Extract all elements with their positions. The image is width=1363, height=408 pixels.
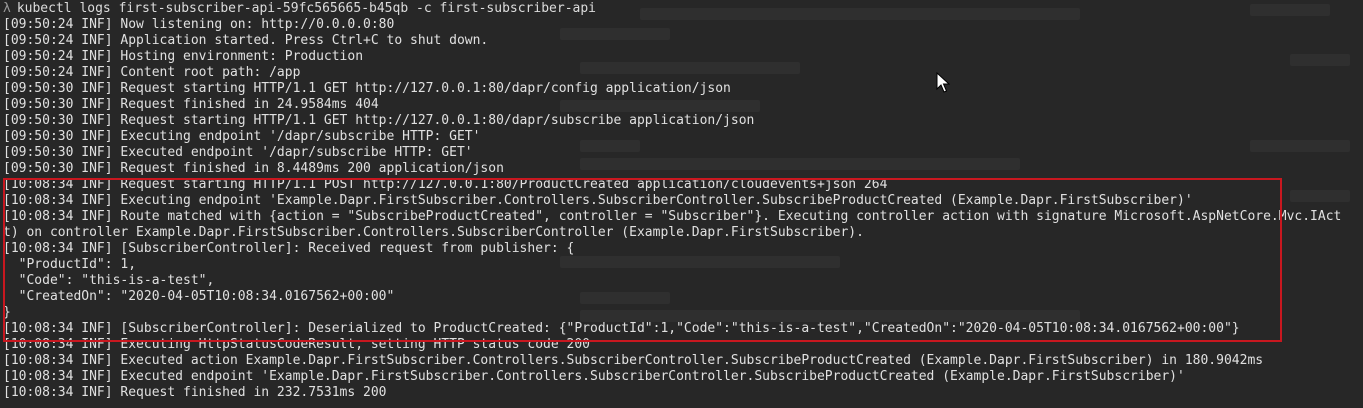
log-line: [10:08:34 INF] Executing HttpStatusCodeR…	[3, 337, 590, 352]
command-text: kubectl logs first-subscriber-api-59fc56…	[16, 1, 597, 16]
log-line: [10:08:34 INF] [SubscriberController]: R…	[3, 241, 575, 256]
log-line: [09:50:24 INF] Application started. Pres…	[3, 33, 489, 48]
terminal-window[interactable]: λ kubectl logs first-subscriber-api-59fc5…	[0, 0, 1363, 408]
log-line: [09:50:30 INF] Request finished in 24.95…	[3, 97, 379, 112]
log-line: [09:50:24 INF] Now listening on: http://…	[3, 17, 395, 32]
log-line: [09:50:24 INF] Content root path: /app	[3, 65, 301, 80]
log-line: [10:08:34 INF] Request starting HTTP/1.1…	[3, 177, 888, 192]
terminal-output[interactable]: λ kubectl logs first-subscriber-api-59fc5…	[3, 1, 1363, 401]
json-line: "CreatedOn": "2020-04-05T10:08:34.016756…	[3, 289, 395, 304]
log-line: [09:50:30 INF] Request starting HTTP/1.1…	[3, 81, 731, 96]
log-line: [10:08:34 INF] [SubscriberController]: D…	[3, 321, 1240, 336]
log-line: [10:08:34 INF] Executed action Example.D…	[3, 353, 1264, 368]
json-line: "Code": "this-is-a-test",	[3, 273, 215, 288]
json-line: }	[3, 305, 11, 320]
log-line: [10:08:34 INF] Request finished in 232.7…	[3, 385, 387, 400]
log-line: [09:50:30 INF] Request starting HTTP/1.1…	[3, 113, 755, 128]
log-line: [09:50:30 INF] Request finished in 8.448…	[3, 161, 504, 176]
prompt-symbol: λ	[3, 1, 11, 16]
log-line: [10:08:34 INF] Executed endpoint 'Exampl…	[3, 369, 1185, 384]
log-line: [09:50:30 INF] Executed endpoint '/dapr/…	[3, 145, 473, 160]
log-line: [09:50:24 INF] Hosting environment: Prod…	[3, 49, 364, 64]
log-line: [09:50:30 INF] Executing endpoint '/dapr…	[3, 129, 481, 144]
log-line-wrapped: t) on controller Example.Dapr.FirstSubsc…	[3, 225, 864, 240]
log-line: [10:08:34 INF] Executing endpoint 'Examp…	[3, 193, 1193, 208]
command-line: λ kubectl logs first-subscriber-api-59fc5…	[3, 1, 1363, 17]
json-line: "ProductId": 1,	[3, 257, 137, 272]
log-line: [10:08:34 INF] Route matched with {actio…	[3, 209, 1342, 224]
